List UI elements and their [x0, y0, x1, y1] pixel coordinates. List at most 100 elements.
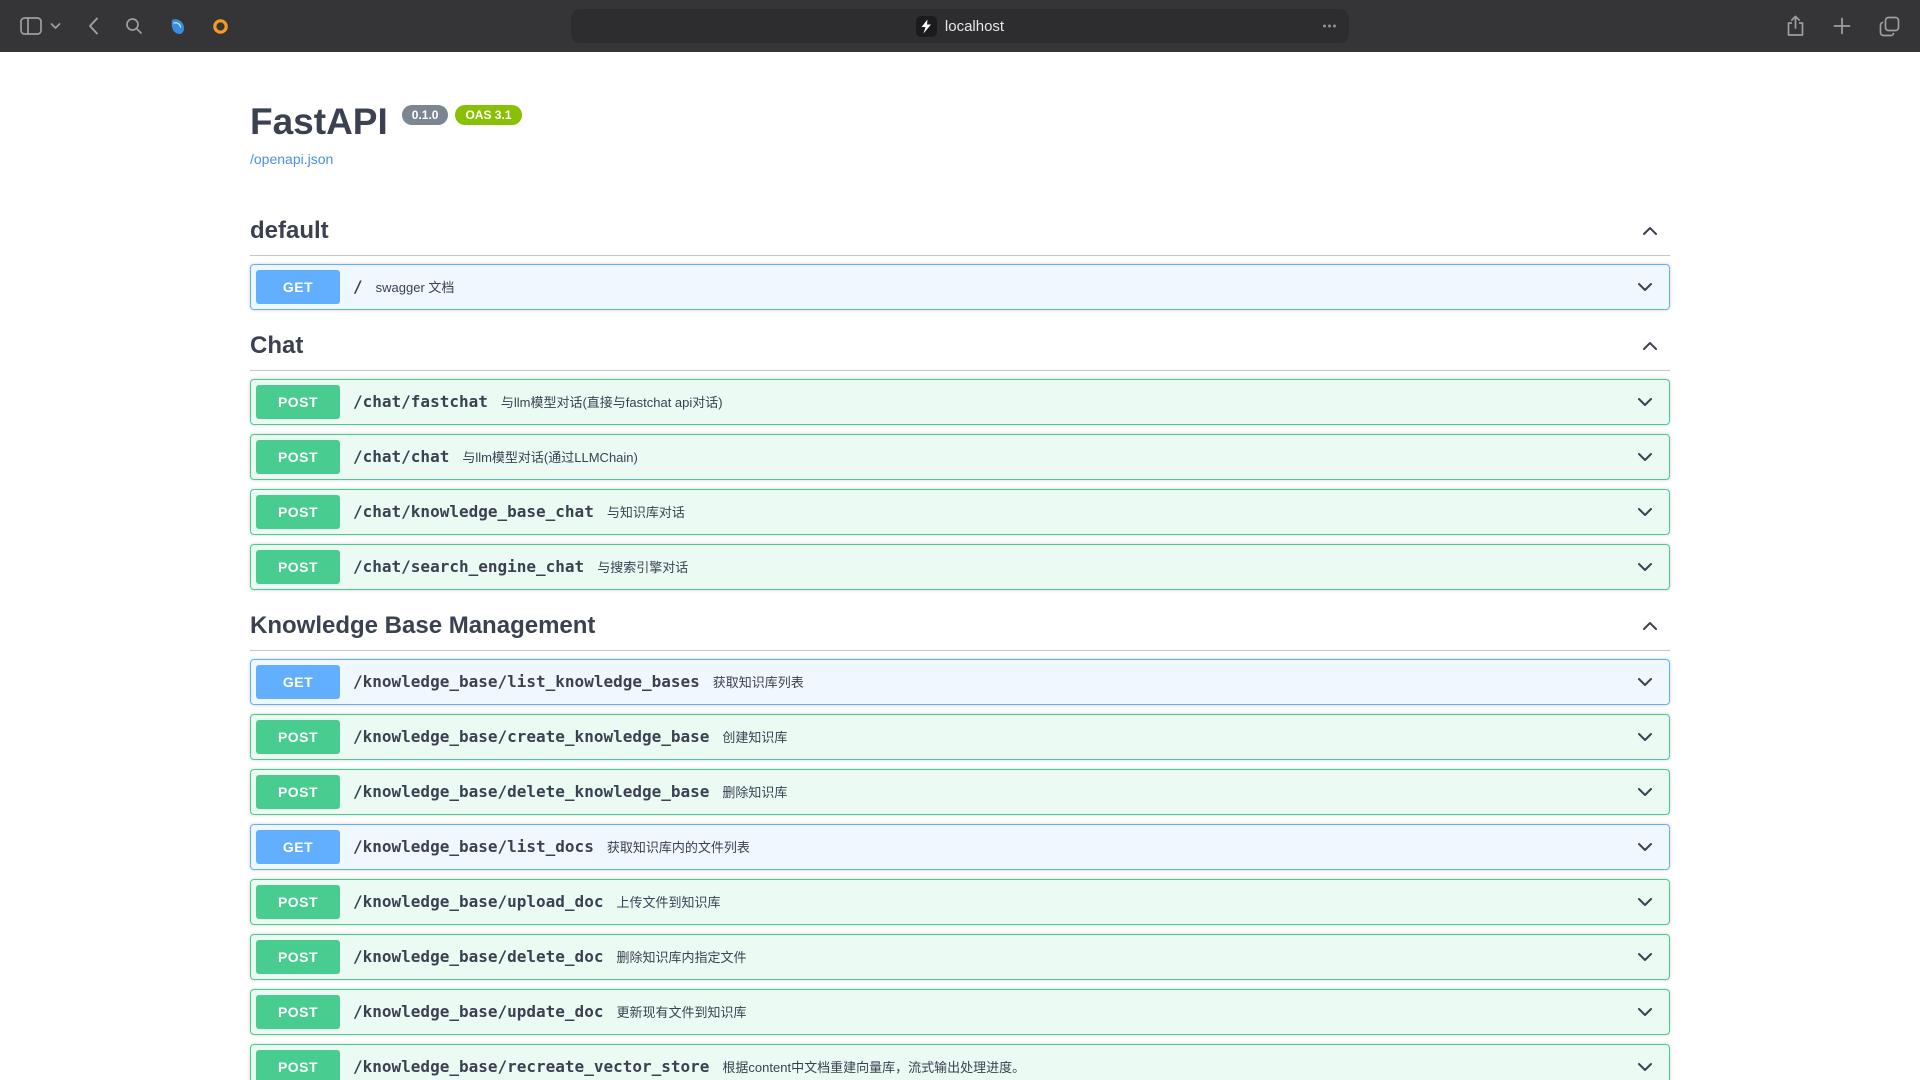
oas-badge: OAS 3.1 [455, 105, 521, 125]
operation-row[interactable]: POST /chat/fastchat 与llm模型对话(直接与fastchat… [250, 379, 1670, 425]
operation-description: 上传文件到知识库 [616, 892, 1635, 911]
method-badge: POST [256, 720, 340, 754]
search-icon[interactable] [121, 13, 147, 39]
section-title: Chat [250, 332, 303, 360]
toolbar-left-group [16, 12, 233, 40]
chevron-down-icon[interactable] [1635, 672, 1655, 692]
chevron-down-icon[interactable] [1635, 1002, 1655, 1022]
blue-app-icon[interactable] [165, 14, 190, 39]
operation-row[interactable]: POST /chat/search_engine_chat 与搜索引擎对话 [250, 544, 1670, 590]
address-bar[interactable]: localhost [571, 9, 1349, 43]
operation-row[interactable]: POST /chat/chat 与llm模型对话(通过LLMChain) [250, 434, 1670, 480]
section-title: Knowledge Base Management [250, 612, 595, 640]
sidebar-chevron-down-icon[interactable] [46, 18, 65, 34]
method-badge: POST [256, 940, 340, 974]
operation-path: /knowledge_base/create_knowledge_base [353, 727, 709, 746]
share-icon[interactable] [1782, 11, 1809, 41]
operation-row[interactable]: POST /knowledge_base/upload_doc 上传文件到知识库 [250, 879, 1670, 925]
operation-path: /chat/knowledge_base_chat [353, 502, 594, 521]
api-section: Knowledge Base Management GET /knowledge… [250, 600, 1670, 1080]
chevron-up-icon[interactable] [1640, 221, 1660, 241]
new-tab-icon[interactable] [1829, 13, 1855, 39]
chevron-down-icon[interactable] [1635, 277, 1655, 297]
operation-path: /knowledge_base/recreate_vector_store [353, 1057, 709, 1076]
operation-row[interactable]: GET / swagger 文档 [250, 264, 1670, 310]
section-operations: GET / swagger 文档 [250, 264, 1670, 310]
api-info: FastAPI 0.1.0 OAS 3.1 /openapi.json [250, 102, 1670, 169]
orange-app-icon[interactable] [208, 14, 233, 39]
toolbar-right-group [1782, 0, 1904, 52]
operation-description: 删除知识库 [722, 782, 1635, 801]
section-header[interactable]: default [250, 205, 1670, 256]
method-badge: GET [256, 270, 340, 304]
operation-row[interactable]: POST /knowledge_base/recreate_vector_sto… [250, 1044, 1670, 1080]
operation-path: /knowledge_base/update_doc [353, 1002, 603, 1021]
site-favicon [916, 16, 937, 37]
swagger-page: FastAPI 0.1.0 OAS 3.1 /openapi.json defaul… [0, 52, 1920, 1080]
operation-path: /knowledge_base/list_docs [353, 837, 594, 856]
method-badge: POST [256, 385, 340, 419]
page-title: FastAPI 0.1.0 OAS 3.1 [250, 102, 1670, 143]
sidebar-toggle-icon[interactable] [16, 13, 46, 39]
chevron-down-icon[interactable] [1635, 892, 1655, 912]
section-title: default [250, 217, 329, 245]
method-badge: POST [256, 885, 340, 919]
operation-path: / [353, 277, 363, 296]
chevron-down-icon[interactable] [1635, 837, 1655, 857]
chevron-down-icon[interactable] [1635, 1057, 1655, 1077]
operation-description: 与知识库对话 [607, 502, 1635, 521]
operation-row[interactable]: GET /knowledge_base/list_knowledge_bases… [250, 659, 1670, 705]
method-badge: POST [256, 775, 340, 809]
tab-overview-icon[interactable] [1875, 12, 1904, 41]
operation-description: 获取知识库内的文件列表 [607, 837, 1635, 856]
section-operations: GET /knowledge_base/list_knowledge_bases… [250, 659, 1670, 1080]
operation-row[interactable]: POST /knowledge_base/update_doc 更新现有文件到知… [250, 989, 1670, 1035]
method-badge: POST [256, 495, 340, 529]
method-badge: GET [256, 665, 340, 699]
page-menu-icon[interactable] [1319, 16, 1340, 37]
openapi-json-link[interactable]: /openapi.json [250, 151, 333, 167]
method-badge: POST [256, 995, 340, 1029]
operation-description: 更新现有文件到知识库 [616, 1002, 1635, 1021]
operation-path: /knowledge_base/upload_doc [353, 892, 603, 911]
operation-path: /knowledge_base/list_knowledge_bases [353, 672, 700, 691]
operation-row[interactable]: POST /knowledge_base/create_knowledge_ba… [250, 714, 1670, 760]
operation-path: /chat/chat [353, 447, 449, 466]
chevron-down-icon[interactable] [1635, 557, 1655, 577]
section-header[interactable]: Knowledge Base Management [250, 600, 1670, 651]
operation-path: /chat/fastchat [353, 392, 488, 411]
chevron-down-icon[interactable] [1635, 447, 1655, 467]
operation-description: 与llm模型对话(直接与fastchat api对话) [501, 392, 1635, 411]
operation-path: /knowledge_base/delete_knowledge_base [353, 782, 709, 801]
api-title-text: FastAPI [250, 101, 388, 142]
operation-row[interactable]: POST /knowledge_base/delete_knowledge_ba… [250, 769, 1670, 815]
operation-description: 创建知识库 [722, 727, 1635, 746]
method-badge: POST [256, 1050, 340, 1080]
chevron-down-icon[interactable] [1635, 502, 1655, 522]
back-icon[interactable] [83, 12, 103, 40]
operation-row[interactable]: POST /knowledge_base/delete_doc 删除知识库内指定… [250, 934, 1670, 980]
operation-description: swagger 文档 [376, 277, 1635, 296]
operation-description: 获取知识库列表 [713, 672, 1635, 691]
address-bar-content: localhost [916, 16, 1004, 37]
operation-description: 与搜索引擎对话 [597, 557, 1635, 576]
sections-container: default GET / swagger 文档 Chat POST /chat… [250, 205, 1670, 1080]
version-badge: 0.1.0 [402, 105, 449, 125]
section-header[interactable]: Chat [250, 320, 1670, 371]
chevron-down-icon[interactable] [1635, 392, 1655, 412]
operation-row[interactable]: POST /chat/knowledge_base_chat 与知识库对话 [250, 489, 1670, 535]
api-section: Chat POST /chat/fastchat 与llm模型对话(直接与fas… [250, 320, 1670, 590]
chevron-down-icon[interactable] [1635, 727, 1655, 747]
operation-description: 删除知识库内指定文件 [616, 947, 1635, 966]
method-badge: POST [256, 440, 340, 474]
operation-description: 与llm模型对话(通过LLMChain) [462, 447, 1635, 466]
api-section: default GET / swagger 文档 [250, 205, 1670, 310]
chevron-up-icon[interactable] [1640, 336, 1660, 356]
url-text: localhost [945, 18, 1004, 35]
chevron-down-icon[interactable] [1635, 947, 1655, 967]
operation-description: 根据content中文档重建向量库，流式输出处理进度。 [722, 1057, 1635, 1076]
chevron-up-icon[interactable] [1640, 616, 1660, 636]
operation-row[interactable]: GET /knowledge_base/list_docs 获取知识库内的文件列… [250, 824, 1670, 870]
method-badge: GET [256, 830, 340, 864]
chevron-down-icon[interactable] [1635, 782, 1655, 802]
